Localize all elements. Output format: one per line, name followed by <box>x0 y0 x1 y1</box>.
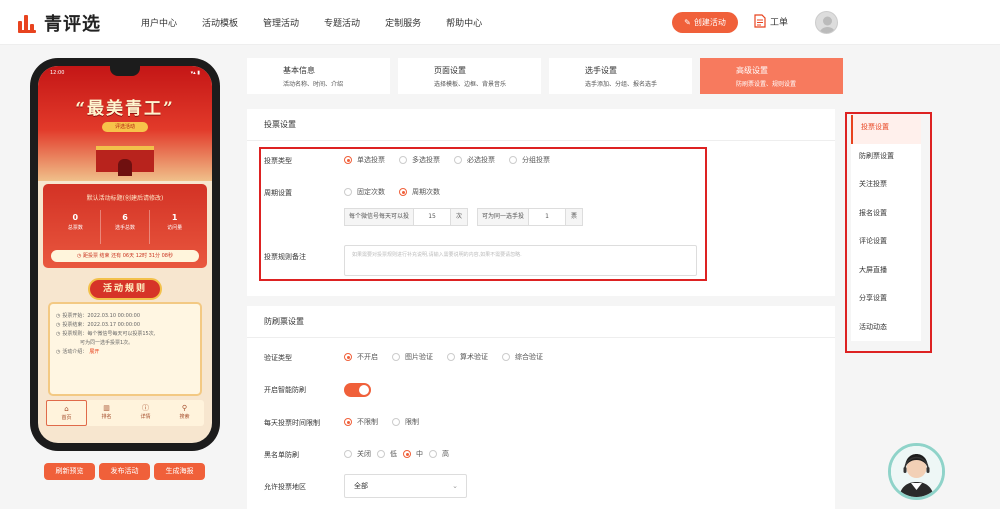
banner: “最美青工” 评选活动 <box>38 66 212 181</box>
banner-title: “最美青工” <box>75 99 175 119</box>
user-icon <box>819 16 836 33</box>
tab-home[interactable]: ⌂ 首页 <box>46 400 87 426</box>
avatar[interactable] <box>815 11 838 34</box>
nav-manage[interactable]: 管理活动 <box>263 16 299 29</box>
info-icon: ◷ <box>56 331 61 337</box>
step-basic[interactable]: 基本信息 活动名称、时间、介绍 <box>247 58 390 94</box>
tab-search[interactable]: ⚲ 搜索 <box>165 400 204 426</box>
verify-label: 验证类型 <box>264 354 292 362</box>
radio-bl-mid[interactable]: 中 <box>403 449 423 459</box>
stats: 0 总票数 6 选手总数 1 访问量 <box>51 210 199 244</box>
customer-service-avatar[interactable] <box>888 443 945 500</box>
stat-votes: 0 总票数 <box>51 210 101 244</box>
clock-icon: ◷ <box>56 322 61 328</box>
step-page[interactable]: 页面设置 选择模板、边框、背景音乐 <box>398 58 541 94</box>
nav-templates[interactable]: 活动模板 <box>202 16 238 29</box>
anti-fraud-panel: 防刷票设置 <box>247 306 835 509</box>
ticket-label: 工单 <box>770 17 789 28</box>
nav-user-center[interactable]: 用户中心 <box>141 16 177 29</box>
countdown: ◷ 距投票 结束 还有 06天 12时 31分 08秒 <box>51 250 199 262</box>
refresh-preview-button[interactable]: 刷新预览 <box>44 463 95 480</box>
expand-link[interactable]: 展开 <box>89 348 99 357</box>
banner-subtitle: 评选活动 <box>102 122 148 132</box>
info-icon: ⓘ <box>142 404 149 412</box>
vote-settings-heading: 投票设置 <box>247 109 835 141</box>
nav-help[interactable]: 帮助中心 <box>446 16 482 29</box>
document-icon <box>754 14 766 28</box>
nav-custom[interactable]: 定制服务 <box>385 16 421 29</box>
phone-screen: 12:00 ▾▴ ▮ “最美青工” 评选活动 默认活动标题(创建后请修改) 0总… <box>38 66 212 443</box>
radio-verify-image[interactable]: 图片验证 <box>392 352 433 362</box>
info-icon: ◷ <box>56 349 61 355</box>
step-tabs: 基本信息 活动名称、时间、介绍 页面设置 选择模板、边框、背景音乐 选手设置 选手添加… <box>247 58 843 94</box>
region-select[interactable]: 全部 ⌄ <box>344 474 467 498</box>
activity-title: 默认活动标题(创建后请修改) <box>86 195 164 202</box>
create-label: 创建活动 <box>693 18 726 27</box>
rank-icon: ▥ <box>103 404 110 412</box>
tab-detail[interactable]: ⓘ 详情 <box>126 400 165 426</box>
rules-box: ◷ 投票开始：2022.03.10 00:00:00 ◷ 投票结束：2022.03.… <box>48 302 202 396</box>
logo-mark-icon <box>18 13 38 33</box>
step-advanced[interactable]: 高级设置 防刷票设置、规则设置 <box>700 58 843 94</box>
phone-actions: 刷新预览 发布活动 生成海报 <box>44 463 205 480</box>
radio-verify-math[interactable]: 算术验证 <box>447 352 488 362</box>
home-icon: ⌂ <box>64 405 69 413</box>
support-agent-icon <box>891 446 942 497</box>
top-bar: 青评选 用户中心 活动模板 管理活动 专题活动 定制服务 帮助中心 ✎ 创建活动… <box>0 0 1000 45</box>
poster-button[interactable]: 生成海报 <box>154 463 205 480</box>
region-label: 允许投票地区 <box>264 483 306 491</box>
blacklist-label: 黑名单防刷 <box>264 451 299 459</box>
tab-rank[interactable]: ▥ 排名 <box>87 400 126 426</box>
phone-tab-bar: ⌂ 首页 ▥ 排名 ⓘ 详情 ⚲ 搜索 <box>46 400 204 426</box>
publish-button[interactable]: 发布活动 <box>99 463 150 480</box>
status-time: 12:00 <box>50 70 65 76</box>
rule-line: ◷ 投票结束：2022.03.17 00:00:00 <box>56 322 141 328</box>
nav-topics[interactable]: 专题活动 <box>324 16 360 29</box>
radio-bl-high[interactable]: 高 <box>429 449 449 459</box>
limit-label: 每天投票时间限制 <box>264 419 320 427</box>
radio-verify-off[interactable]: 不开启 <box>344 352 378 362</box>
blacklist-options: 关闭 低 中 高 <box>344 449 463 459</box>
verify-options: 不开启 图片验证 算术验证 综合验证 <box>344 352 557 362</box>
phone-notch <box>110 66 140 76</box>
radio-verify-mixed[interactable]: 综合验证 <box>502 352 543 362</box>
ticket-link[interactable]: 工单 <box>754 14 788 28</box>
search-icon: ⚲ <box>181 404 188 412</box>
main-nav: 用户中心 活动模板 管理活动 专题活动 定制服务 帮助中心 <box>141 16 507 29</box>
logo-text: 青评选 <box>44 14 101 35</box>
rule-line: ◷ 活动介绍： 展开 <box>56 348 100 357</box>
edit-icon: ✎ <box>684 18 691 27</box>
gate-illustration <box>96 146 154 176</box>
logo[interactable]: 青评选 <box>18 10 101 36</box>
radio-no-limit[interactable]: 不限制 <box>344 417 378 427</box>
anti-fraud-heading: 防刷票设置 <box>247 306 835 338</box>
radio-bl-low[interactable]: 低 <box>377 449 397 459</box>
signal-icon: ▾▴ ▮ <box>190 70 200 76</box>
activity-card: 默认活动标题(创建后请修改) 0 总票数 6 选手总数 1 访问量 ◷ 距投票 结束 … <box>43 184 207 268</box>
rule-line: ◷ 投票开始：2022.03.10 00:00:00 <box>56 313 141 319</box>
rules-title: 活动规则 <box>88 278 162 300</box>
create-activity-button[interactable]: ✎ 创建活动 <box>672 12 738 33</box>
highlight-box-side <box>845 112 932 353</box>
step-players[interactable]: 选手设置 选手添加、分组、报名选手 <box>549 58 692 94</box>
radio-bl-off[interactable]: 关闭 <box>344 449 371 459</box>
rule-line: 可为同一选手投票1次。 <box>80 340 134 346</box>
smart-toggle[interactable] <box>344 383 371 397</box>
limit-options: 不限制 限制 <box>344 417 433 427</box>
smart-label: 开启智能防刷 <box>264 386 306 394</box>
stat-players: 6 选手总数 <box>101 210 151 244</box>
stat-visits: 1 访问量 <box>167 213 183 231</box>
highlight-box-vote <box>259 147 707 281</box>
radio-limit[interactable]: 限制 <box>392 417 419 427</box>
clock-icon: ◷ <box>56 313 61 319</box>
chevron-down-icon: ⌄ <box>452 482 458 490</box>
rule-line: ◷ 投票规则：每个微信号每天可以投票15次, <box>56 331 156 337</box>
